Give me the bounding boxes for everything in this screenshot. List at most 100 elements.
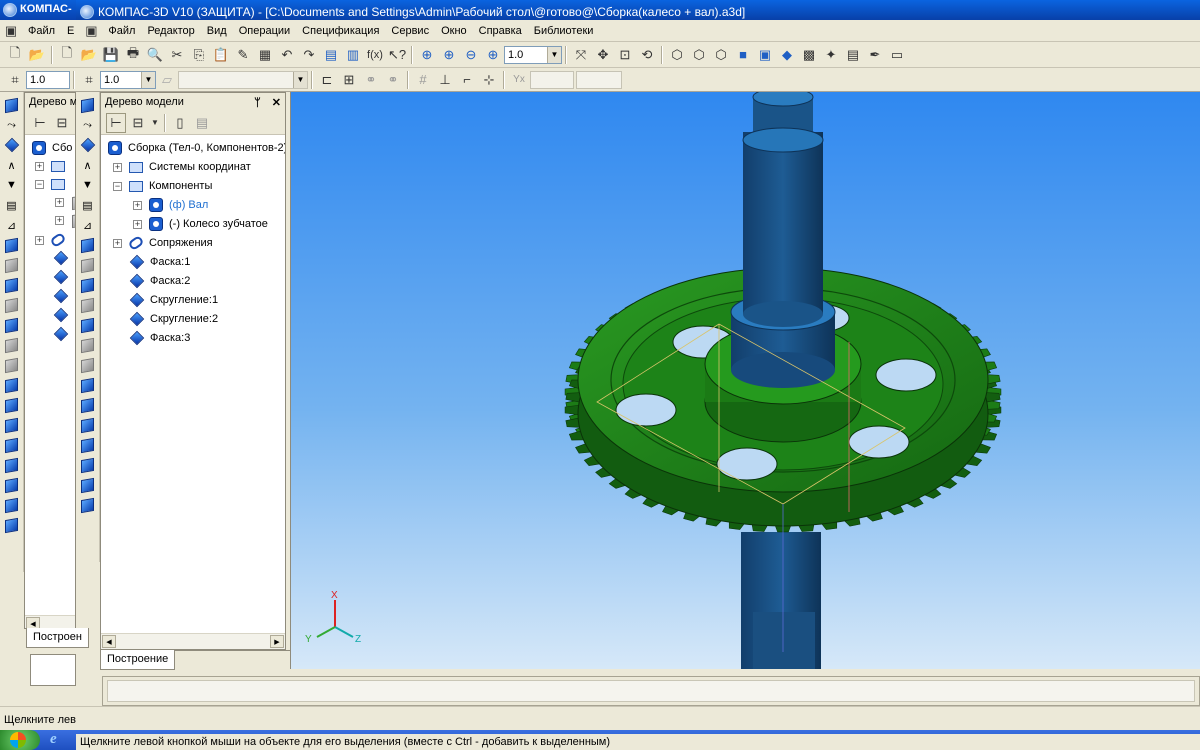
back-tree-node[interactable]: + bbox=[35, 231, 71, 249]
chevron-down-icon[interactable]: ▼ bbox=[150, 113, 160, 133]
tree-item-operation[interactable]: Скругление:1 bbox=[129, 291, 218, 309]
thread-icon[interactable] bbox=[3, 496, 21, 514]
internet-explorer-icon[interactable]: e bbox=[50, 731, 57, 748]
shaded-edges-icon[interactable]: ▣ bbox=[755, 45, 775, 65]
aux-geometry-icon[interactable] bbox=[79, 136, 97, 154]
assembly-icon[interactable] bbox=[79, 96, 97, 114]
ortho-icon[interactable]: ⌐ bbox=[457, 70, 477, 90]
spec-icon[interactable]: ▤ bbox=[79, 196, 97, 214]
chevron-down-icon[interactable]: ▼ bbox=[293, 71, 307, 88]
variables-icon[interactable]: f(x) bbox=[365, 45, 385, 65]
manager-icon[interactable]: ▤ bbox=[321, 45, 341, 65]
sketch-icon[interactable]: ⊏ bbox=[317, 70, 337, 90]
edit-op-icon[interactable] bbox=[3, 256, 21, 274]
perspective-icon[interactable]: ◆ bbox=[777, 45, 797, 65]
scroll-right-icon[interactable]: ▶ bbox=[270, 635, 284, 648]
back-tree-node[interactable] bbox=[53, 249, 74, 267]
back-step-field[interactable]: 1.0 bbox=[26, 70, 70, 89]
undo-icon[interactable]: ↶ bbox=[277, 45, 297, 65]
split-icon[interactable] bbox=[3, 516, 21, 534]
hidden-lines-icon[interactable]: ⬡ bbox=[689, 45, 709, 65]
chamfer-icon[interactable] bbox=[3, 416, 21, 434]
extrude-icon[interactable] bbox=[79, 276, 97, 294]
loft-icon[interactable] bbox=[79, 316, 97, 334]
tree-mode-icon[interactable]: ⊟ bbox=[128, 113, 148, 133]
edit-op-icon[interactable] bbox=[79, 256, 97, 274]
close-icon[interactable]: ✕ bbox=[272, 97, 281, 109]
sketch-tool-icon[interactable]: ∧ bbox=[79, 156, 97, 174]
redo-icon[interactable]: ↷ bbox=[299, 45, 319, 65]
edit-place-icon[interactable]: ✦ bbox=[821, 45, 841, 65]
zoom-combo[interactable]: 1.0 ▼ bbox=[504, 45, 562, 64]
tab-build[interactable]: Построение bbox=[100, 650, 176, 670]
chamfer-icon[interactable] bbox=[79, 416, 97, 434]
new-file-icon[interactable]: 🗋 bbox=[57, 45, 77, 65]
tree-view-icon[interactable]: ⊢ bbox=[106, 112, 126, 133]
grid-step-icon[interactable]: ⌗ bbox=[5, 70, 25, 90]
wireframe-icon[interactable]: ⬡ bbox=[667, 45, 687, 65]
back-tree-node[interactable] bbox=[53, 287, 74, 305]
zoom-window-icon[interactable]: ⊕ bbox=[439, 45, 459, 65]
edit-component-icon[interactable]: ⊞ bbox=[339, 70, 359, 90]
help-pointer-icon[interactable]: ↖? bbox=[387, 45, 407, 65]
assembly-model[interactable]: X Z Y bbox=[291, 92, 1200, 669]
menu-editor[interactable]: Редактор bbox=[141, 20, 200, 42]
sheet-icon[interactable] bbox=[79, 236, 97, 254]
sheet-icon[interactable] bbox=[3, 236, 21, 254]
tree-item-shaft[interactable]: + (ф) Вал bbox=[133, 196, 208, 214]
spec-icon[interactable]: ▤ bbox=[3, 196, 21, 214]
rib-icon[interactable] bbox=[79, 376, 97, 394]
hidden-thin-icon[interactable]: ⬡ bbox=[711, 45, 731, 65]
layer-icon[interactable]: ▱ bbox=[157, 70, 177, 90]
tree-list-icon[interactable]: ▯ bbox=[170, 113, 190, 133]
preview-icon[interactable]: 🔍 bbox=[145, 45, 165, 65]
extrude-icon[interactable] bbox=[3, 276, 21, 294]
pan-icon[interactable]: ✥ bbox=[593, 45, 613, 65]
coord-x-field[interactable] bbox=[530, 70, 574, 89]
tree-mode-icon[interactable]: ▩ bbox=[799, 45, 819, 65]
open-file-icon[interactable]: 📂 bbox=[79, 45, 99, 65]
zoom-scale-icon[interactable]: ⊕ bbox=[483, 45, 503, 65]
tree-item-operation[interactable]: Скругление:2 bbox=[129, 310, 218, 328]
rotate-icon[interactable]: ⟲ bbox=[637, 45, 657, 65]
mirror-icon[interactable] bbox=[79, 456, 97, 474]
revolve-icon[interactable] bbox=[79, 296, 97, 314]
menu-help[interactable]: Справка bbox=[473, 20, 528, 42]
zoom-in-icon[interactable]: ⊕ bbox=[417, 45, 437, 65]
report-icon[interactable]: ✒ bbox=[865, 45, 885, 65]
coordinates-icon[interactable]: Yx bbox=[509, 70, 529, 90]
back-tree-node[interactable]: + bbox=[35, 157, 71, 175]
menu-operations[interactable]: Операции bbox=[233, 20, 296, 42]
collapse-icon[interactable]: − bbox=[113, 181, 122, 191]
tree-hscroll[interactable]: ◀ ▶ bbox=[101, 633, 285, 649]
local-cs-icon[interactable]: ⊥ bbox=[435, 70, 455, 90]
step-combo[interactable]: 1.0 ▼ bbox=[100, 70, 156, 89]
orientation-icon[interactable]: ⤧ bbox=[571, 45, 591, 65]
menu-view[interactable]: Вид bbox=[201, 20, 233, 42]
menu-specification[interactable]: Спецификация bbox=[296, 20, 385, 42]
tree-item-operation[interactable]: Фаска:1 bbox=[129, 253, 190, 271]
assembly-icon[interactable] bbox=[3, 96, 21, 114]
fillet-icon[interactable] bbox=[3, 396, 21, 414]
new-file-icon[interactable]: 🗋 bbox=[5, 45, 25, 65]
mirror-icon[interactable] bbox=[3, 456, 21, 474]
back-tree-node[interactable]: + bbox=[55, 211, 75, 229]
snap-icon[interactable]: ⊹ bbox=[479, 70, 499, 90]
thread-icon[interactable] bbox=[79, 496, 97, 514]
tree-item-operation[interactable]: Фаска:3 bbox=[129, 329, 190, 347]
menu-file[interactable]: Файл bbox=[102, 20, 141, 42]
back-window-title[interactable]: КОМПАС- bbox=[0, 0, 80, 20]
shell-icon[interactable] bbox=[3, 356, 21, 374]
back-tree-node[interactable]: + bbox=[55, 193, 75, 211]
tree-mode-icon[interactable]: ⊟ bbox=[52, 113, 72, 133]
tree-item-components[interactable]: − Компоненты bbox=[113, 177, 212, 195]
expand-icon[interactable]: + bbox=[133, 219, 142, 229]
expand-icon[interactable]: + bbox=[133, 200, 142, 210]
back-tree-node[interactable] bbox=[53, 306, 74, 324]
panel-icon[interactable]: ▭ bbox=[887, 45, 907, 65]
start-button[interactable] bbox=[0, 730, 40, 750]
library-icon[interactable]: ▥ bbox=[343, 45, 363, 65]
revolve-icon[interactable] bbox=[3, 296, 21, 314]
link-icon[interactable]: ⚭ bbox=[361, 70, 381, 90]
window-title-bar[interactable]: КОМПАС-3D V10 (ЗАЩИТА) - [C:\Documents a… bbox=[76, 0, 1200, 20]
